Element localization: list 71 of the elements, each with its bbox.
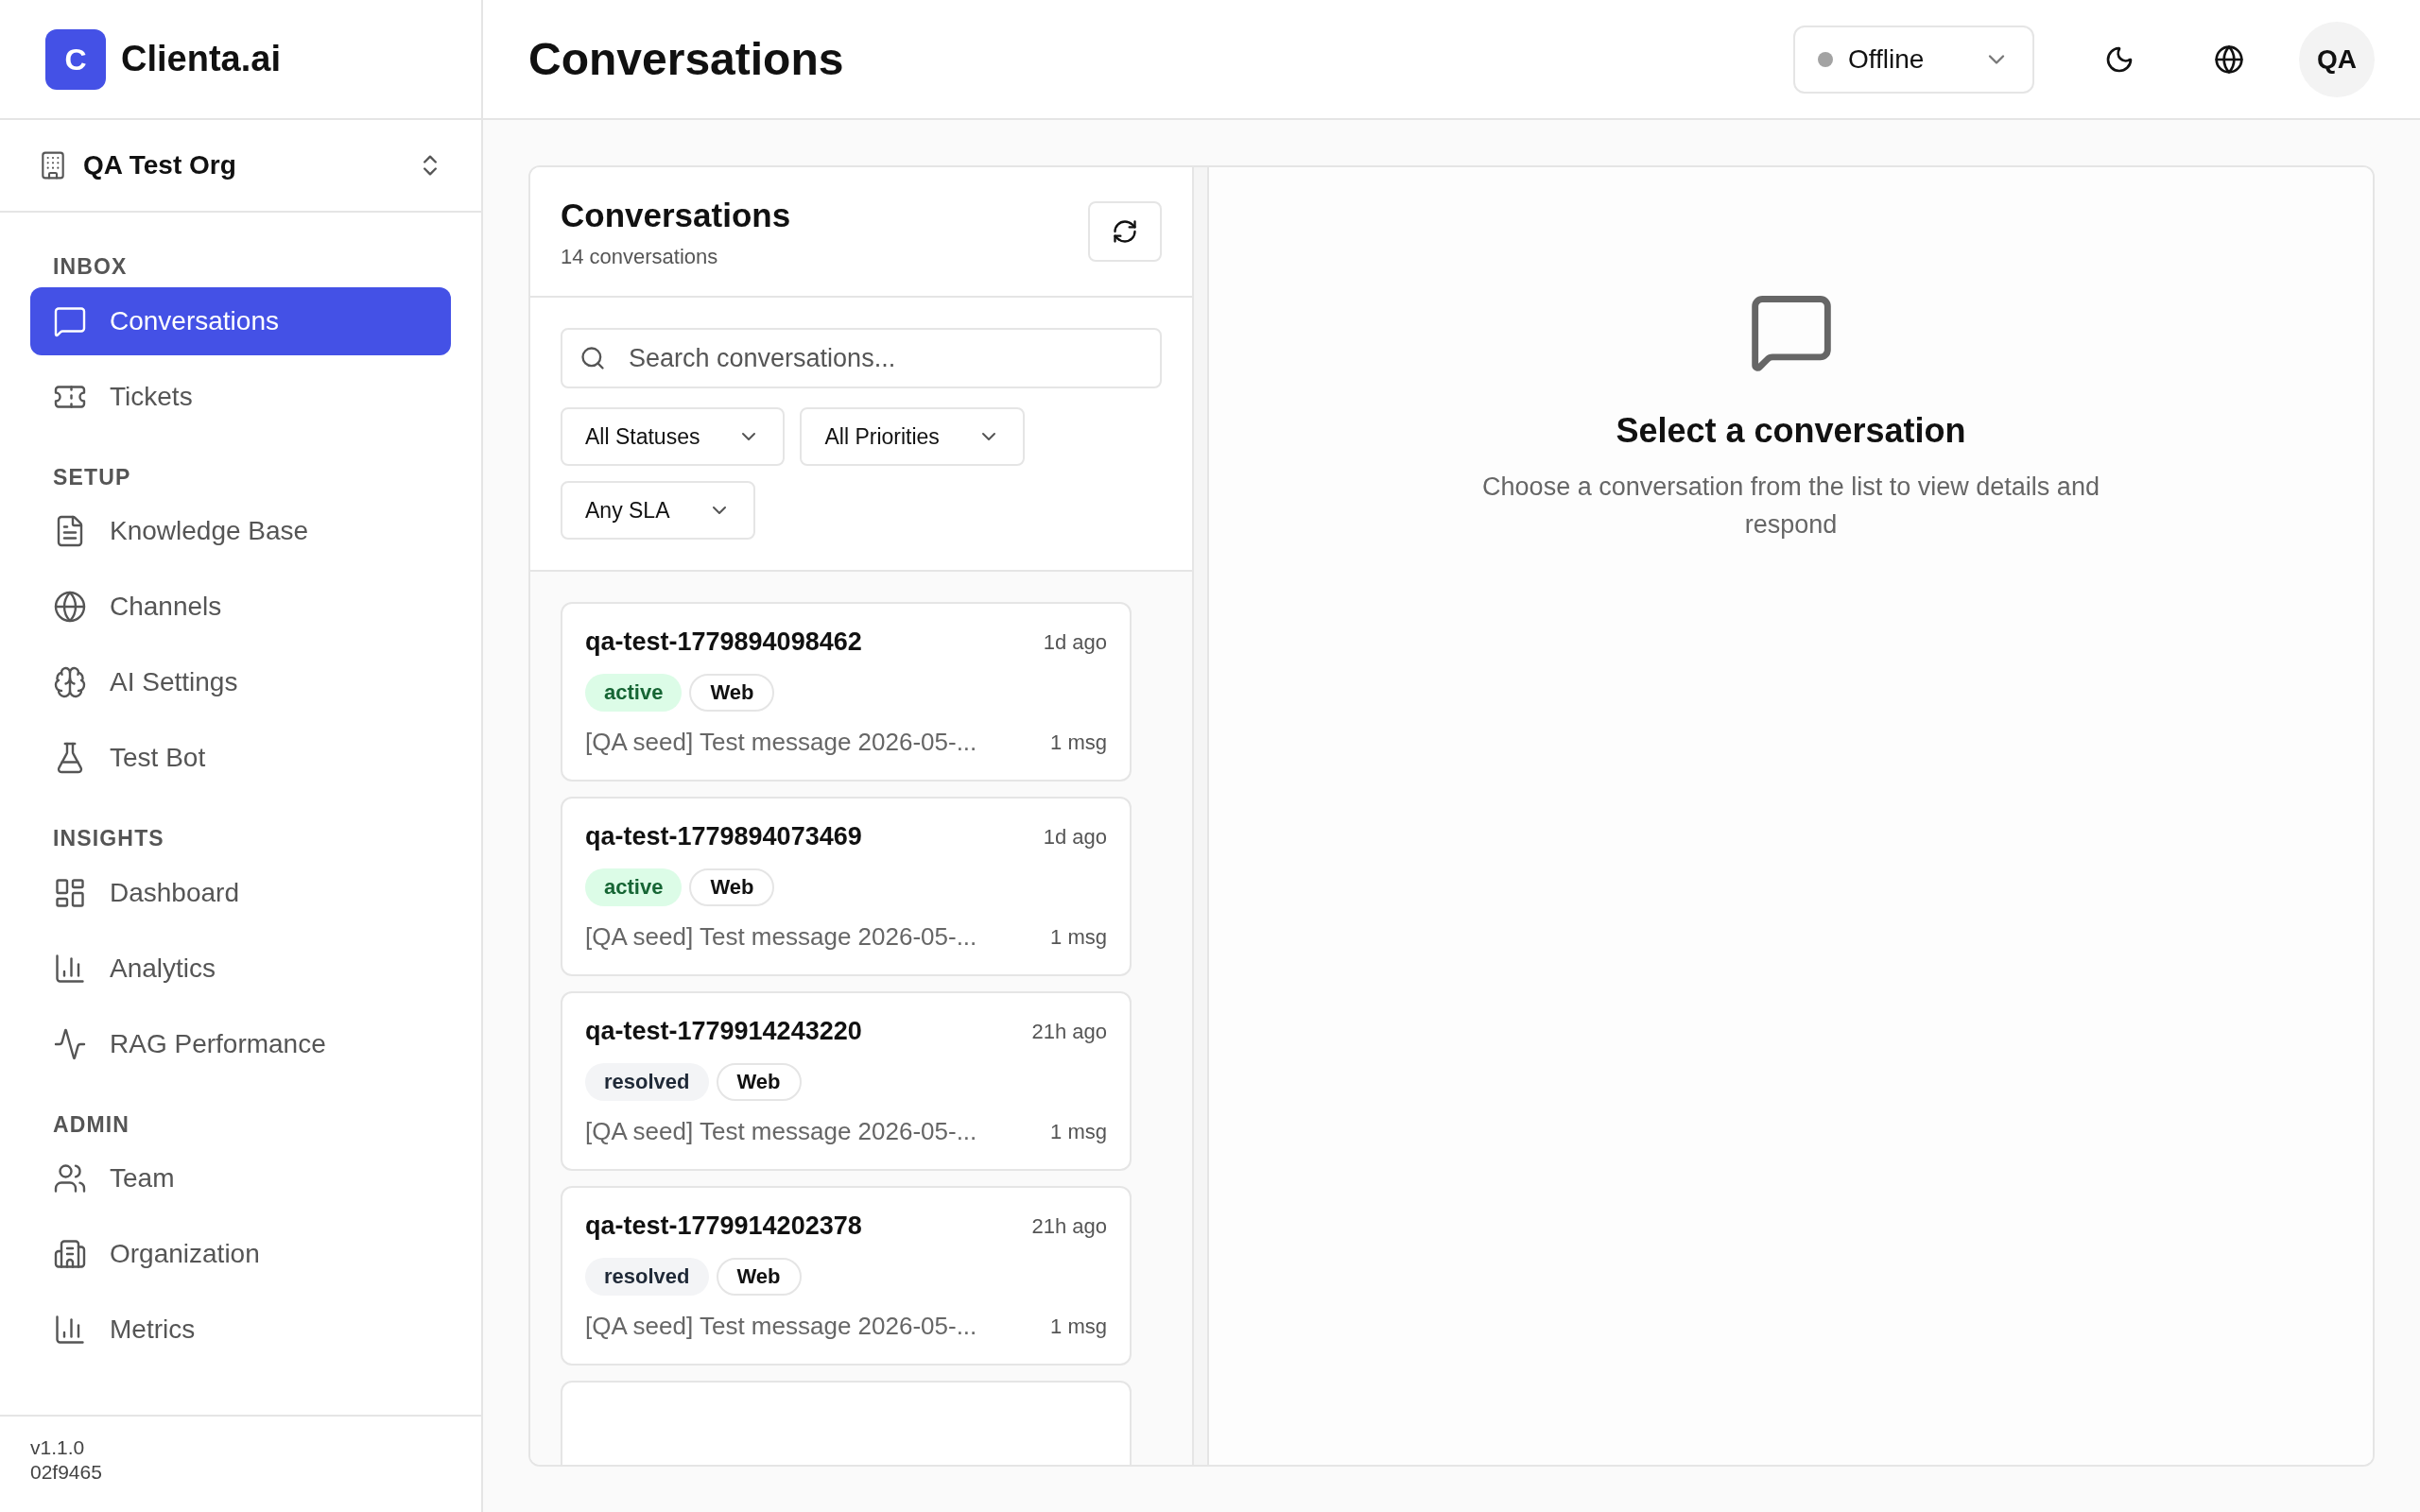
brand-name: Clienta.ai [121,38,281,80]
status-badge: resolved [585,1257,709,1296]
nav-item[interactable]: Team [30,1144,451,1212]
channel-badge: Web [689,868,775,906]
logo: C [45,28,106,90]
message-preview: [QA seed] Test message 2026-05-... [585,1116,978,1147]
conversation-id: qa-test-1779894073469 [585,821,863,852]
channel-badge: Web [716,1062,802,1101]
conversation-id: qa-test-1779914202378 [585,1211,863,1242]
panel-title: Conversations [561,196,792,236]
nav-item[interactable]: Metrics [30,1296,451,1364]
bar-chart-icon [53,1313,87,1347]
section-heading: ADMIN [52,1110,131,1139]
refresh-button[interactable] [1088,201,1162,262]
message-count: 1 msg [1050,924,1107,951]
message-preview: [QA seed] Test message 2026-05-... [585,727,978,758]
message-count: 1 msg [1050,730,1107,756]
timestamp: 21h ago [1031,1018,1107,1045]
section-heading: INBOX [52,253,129,281]
nav-item[interactable]: Organization [30,1220,451,1288]
nav-item[interactable]: Test Bot [30,724,451,792]
timestamp: 1d ago [1043,823,1107,850]
empty-state-title: Select a conversation [1616,410,1966,452]
brain-icon [53,665,87,699]
message-count: 1 msg [1050,1119,1107,1145]
status-badge: active [585,673,683,712]
nav-item[interactable]: Dashboard [30,858,451,927]
channel-badge: Web [716,1257,802,1296]
nav-item[interactable]: Tickets [30,362,451,431]
nav-item[interactable]: Analytics [30,934,451,1003]
section-heading: SETUP [52,463,132,491]
version-text: v1.1.0 [30,1435,86,1460]
org-switcher[interactable]: QA Test Org [0,120,481,213]
page-title: Conversations [528,32,845,86]
message-preview: [QA seed] Test message 2026-05-... [585,921,978,953]
user-avatar[interactable]: QA [2299,21,2375,97]
filter-dropdown[interactable]: Any SLA [561,481,755,540]
pulse-icon [53,1026,87,1061]
nav-item[interactable]: AI Settings [30,648,451,716]
conversation-card[interactable]: qa-test-1779894073469 1d ago active Web [QA seed] Test message 2026-05-... 1 msg [561,797,1132,976]
search-field[interactable]: Search conversations... [561,328,1162,388]
timestamp: 1d ago [1043,628,1107,656]
globe-icon [2214,43,2244,75]
search-icon [579,345,606,371]
status-dropdown[interactable]: Offline [1793,25,2034,94]
conversation-card[interactable]: qa-test-1779894098462 1d ago active Web [QA seed] Test message 2026-05-... 1 msg [561,602,1132,782]
nav-item[interactable]: Knowledge Base [30,497,451,565]
users-icon [53,1161,87,1195]
build-hash: 02f9465 [30,1460,103,1486]
filter-dropdown[interactable]: All Priorities [800,407,1025,466]
conversation-count: 14 conversations [561,243,719,270]
conversation-id: qa-test-1779914243220 [585,1016,863,1047]
globe-icon [53,590,87,624]
building-icon [53,1237,87,1271]
status-badge: resolved [585,1062,709,1101]
timestamp: 21h ago [1031,1212,1107,1240]
conversation-card[interactable]: qa-test-1779914243220 21h ago resolved Web [QA seed] Test message 2026-05-... 1 msg [561,991,1132,1171]
resize-handle[interactable] [1194,167,1209,1465]
empty-state-description: Choose a conversation from the list to view details and respond [1481,472,2100,541]
conversation-id: qa-test-1779894098462 [585,627,863,658]
nav-item[interactable]: RAG Performance [30,1009,451,1078]
filter-dropdown[interactable]: All Statuses [561,407,786,466]
conversation-card[interactable]: qa-test-1779914202378 21h ago resolved Web [QA seed] Test message 2026-05-... 1 msg [561,1186,1132,1366]
nav-item[interactable]: Conversations [30,286,451,355]
refresh-icon [1112,218,1138,245]
status-badge: active [585,868,683,906]
message-preview: [QA seed] Test message 2026-05-... [585,1311,978,1342]
message-count: 1 msg [1050,1314,1107,1340]
section-heading: INSIGHTS [52,825,165,852]
channel-badge: Web [689,673,775,712]
nav-item[interactable]: Channels [30,573,451,641]
